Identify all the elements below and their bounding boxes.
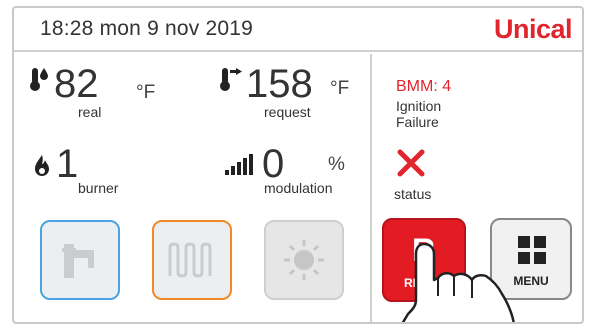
signal-bars-icon [225, 154, 253, 175]
alarm-message: Ignition Failure [396, 98, 441, 130]
boiler-control-screen: 18:28 mon 9 nov 2019 Unical 82 °F real 1… [12, 6, 584, 324]
modulation-unit: % [328, 154, 345, 175]
real-temp-unit: °F [136, 82, 156, 103]
solar-button[interactable] [264, 220, 344, 300]
datetime-label: 18:28 mon 9 nov 2019 [40, 17, 253, 40]
sun-icon [284, 240, 324, 280]
heating-button[interactable] [152, 220, 232, 300]
alarm-code: BMM: 4 [396, 78, 452, 95]
alarm-message-line1: Ignition [396, 98, 442, 114]
request-temp-caption: request [264, 104, 311, 120]
header-bar: 18:28 mon 9 nov 2019 Unical [14, 8, 582, 52]
thermometer-setpoint-icon [220, 68, 242, 91]
burner-caption: burner [78, 180, 119, 196]
thermometer-water-icon [30, 68, 48, 91]
flame-icon [35, 155, 49, 176]
faucet-icon [62, 244, 94, 278]
pointing-hand-icon [401, 242, 515, 322]
vertical-divider [370, 54, 372, 322]
request-temp-unit: °F [330, 78, 350, 99]
dhw-button[interactable] [40, 220, 120, 300]
real-temp-caption: real [78, 104, 102, 120]
real-temp-value: 82 [54, 62, 99, 106]
error-x-icon [397, 149, 425, 177]
alarm-message-line2: Failure [396, 114, 439, 130]
burner-value: 1 [56, 142, 79, 186]
modulation-value: 0 [262, 142, 285, 186]
request-temp-value: 158 [246, 62, 313, 106]
brand-logo: Unical [493, 14, 573, 44]
radiator-icon [168, 242, 212, 278]
modulation-caption: modulation [264, 180, 333, 196]
status-label: status [394, 186, 432, 202]
